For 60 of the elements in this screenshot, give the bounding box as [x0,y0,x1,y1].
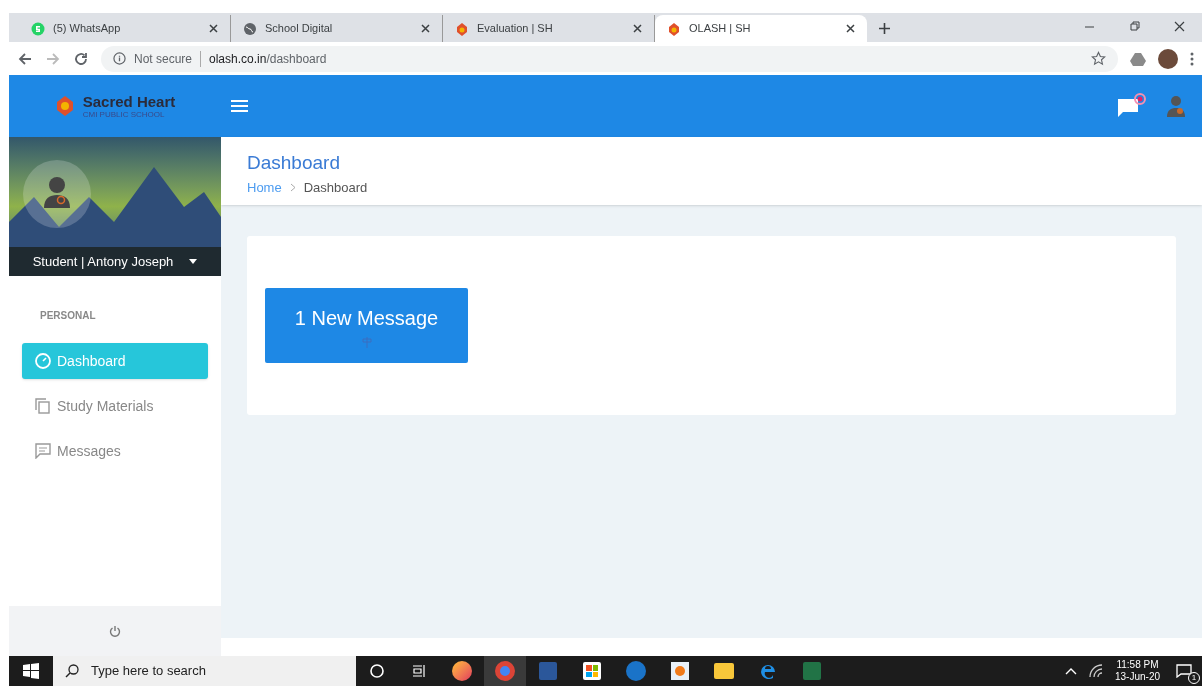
clock-date: 13-Jun-20 [1114,671,1160,684]
messages-icon [35,443,51,459]
chrome-icon[interactable] [495,661,515,681]
wifi-icon[interactable] [1088,664,1103,678]
power-icon[interactable] [109,625,121,637]
signpost-icon [361,337,372,348]
star-icon[interactable] [1091,51,1106,66]
whatsapp-favicon-icon [31,21,45,36]
info-icon [113,52,126,65]
close-icon[interactable] [633,24,642,33]
profile-bar[interactable]: Student | Antony Joseph [9,247,221,276]
back-icon[interactable] [17,50,33,67]
close-icon[interactable] [1174,21,1185,32]
task-view-icon[interactable] [412,664,426,678]
menu-icon[interactable] [1190,51,1194,66]
clock-time: 11:58 PM [1116,658,1159,671]
caret-icon [189,259,198,264]
restore-icon[interactable] [1129,21,1140,32]
globe-favicon-icon [243,21,257,36]
dashboard-icon [35,353,51,369]
profile-name: Student | Antony Joseph [32,252,174,271]
tab-title: School Digital [265,21,334,37]
reload-icon[interactable] [73,50,89,67]
school-logo-icon [54,95,75,117]
school-favicon-icon [455,21,469,36]
windows-start-icon[interactable] [23,663,39,679]
breadcrumb-current: Dashboard [303,178,368,197]
close-icon[interactable] [421,24,430,33]
action-center-icon[interactable] [1176,664,1192,678]
security-label: Not secure [134,50,193,68]
user-icon [44,177,70,208]
chevron-right-icon [289,182,296,192]
page-title: Dashboard [247,151,341,175]
school-name: Sacred Heart [82,93,176,109]
sidebar-nav-item[interactable]: Study Materials [22,388,208,424]
taskbar-search-field[interactable]: Type here to search [53,656,356,686]
close-icon[interactable] [209,24,218,33]
close-icon[interactable] [846,24,855,33]
new-tab-icon[interactable] [879,23,890,34]
store-icon[interactable] [583,662,601,680]
sidebar-nav-item[interactable]: Messages [22,433,208,469]
new-message-button[interactable]: 1 New Message [265,288,468,363]
browser-tab[interactable]: OLASH | SH [655,15,867,42]
tab-title: Evaluation | SH [477,21,554,37]
notification-count: 1 [1188,672,1200,684]
section-label: PERSONAL [40,309,97,323]
chevron-up-icon[interactable] [1064,667,1077,675]
school-favicon-icon [667,21,681,36]
url-text: olash.co.in/dashboard [209,50,327,68]
tab-title: OLASH | SH [689,21,752,37]
address-bar[interactable]: Not secure olash.co.in/dashboard [101,45,1118,72]
search-icon [65,664,79,678]
tab-title: (5) WhatsApp [53,21,122,37]
cortana-icon[interactable] [370,664,384,678]
school-subtitle: CMI PUBLIC SCHOOL [82,110,166,119]
chat-icon[interactable] [1116,93,1146,119]
materials-icon [35,398,51,414]
menu-icon[interactable] [231,99,248,113]
profile-avatar[interactable] [1158,48,1178,69]
search-placeholder: Type here to search [91,662,206,681]
